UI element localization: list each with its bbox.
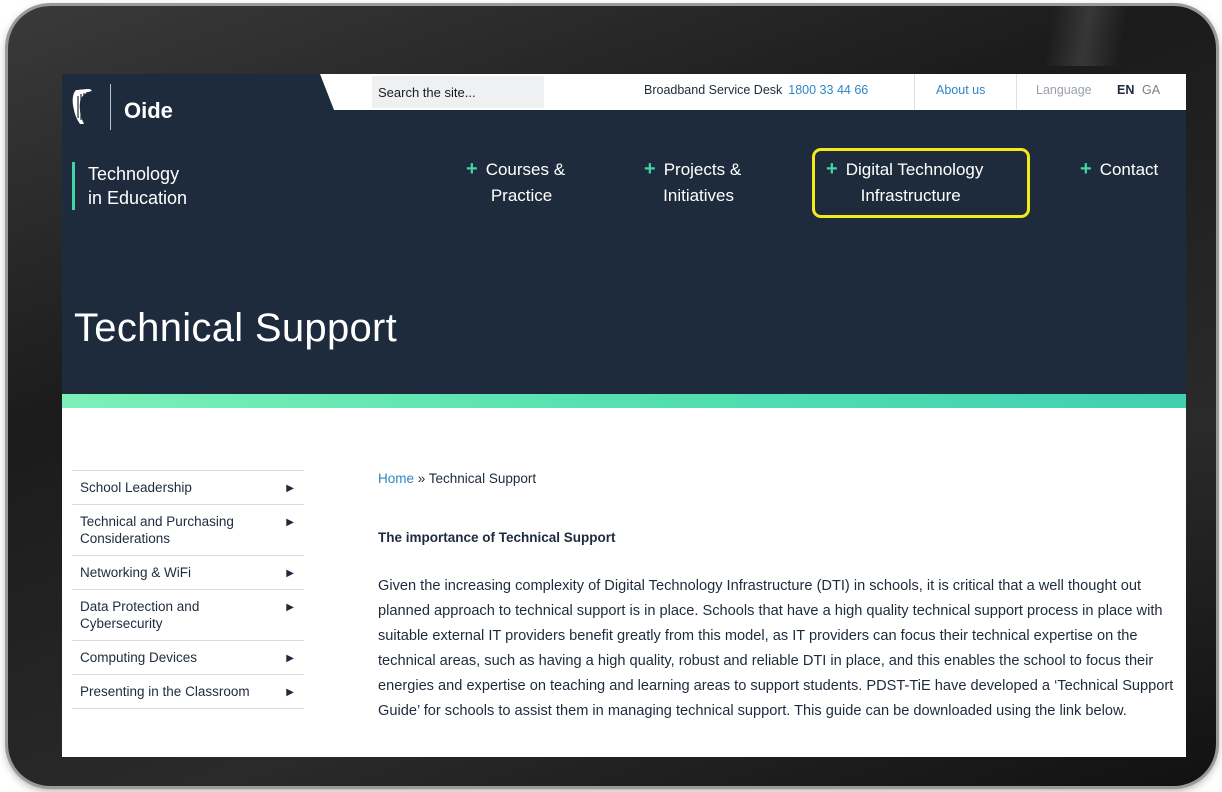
service-desk: Broadband Service Desk 1800 33 44 66: [644, 83, 868, 97]
subtitle-accent-bar: [72, 162, 75, 210]
logo-separator: [110, 84, 111, 130]
page-title: Technical Support: [74, 305, 398, 350]
caret-right-icon: ▶: [286, 687, 294, 698]
nav-label-line2: Initiatives: [663, 186, 735, 205]
sidebar-item-computing-devices[interactable]: Computing Devices ▶: [72, 641, 304, 675]
nav-label-line1: Projects &: [663, 160, 742, 179]
sidebar-item-school-leadership[interactable]: School Leadership ▶: [72, 471, 304, 505]
sidebar-item-label: Presenting in the Classroom: [80, 684, 250, 699]
sidebar-item-label: Technical and Purchasing Considerations: [80, 514, 234, 546]
sidebar-item-technical-purchasing[interactable]: Technical and Purchasing Considerations …: [72, 505, 304, 556]
about-us-link[interactable]: About us: [936, 83, 985, 97]
search-input[interactable]: [372, 76, 538, 108]
nav-label-line1: Courses &: [485, 160, 566, 179]
brand-subtitle-line2: in Education: [88, 188, 188, 208]
browser-viewport: Oide Technology in Education Broadband S…: [62, 74, 1186, 757]
nav-projects-initiatives[interactable]: + Projects & Initiatives: [644, 156, 741, 209]
sidebar-item-networking-wifi[interactable]: Networking & WiFi ▶: [72, 556, 304, 590]
sidebar-item-label: School Leadership: [80, 480, 192, 495]
nav-courses-practice[interactable]: + Courses & Practice: [466, 156, 565, 209]
brand-name[interactable]: Oide: [124, 98, 173, 124]
language-en-link[interactable]: EN: [1117, 83, 1134, 97]
language-label: Language: [1036, 83, 1092, 97]
tablet-frame: Oide Technology in Education Broadband S…: [8, 6, 1216, 786]
body-paragraph: Given the increasing complexity of Digit…: [378, 577, 1174, 719]
sidebar-item-label: Networking & WiFi: [80, 565, 192, 580]
caret-right-icon: ▶: [286, 568, 294, 579]
header-accent-stripe: [62, 394, 1186, 408]
utility-bar: Broadband Service Desk 1800 33 44 66 Abou…: [320, 74, 1186, 110]
nav-highlight-box: [812, 148, 1030, 218]
breadcrumb: Home » Technical Support: [378, 471, 536, 486]
sidebar-item-data-protection[interactable]: Data Protection and Cybersecurity ▶: [72, 590, 304, 641]
language-ga-link[interactable]: GA: [1142, 83, 1160, 97]
sidebar-menu: School Leadership ▶ Technical and Purcha…: [72, 470, 304, 709]
nav-label-line1: Contact: [1099, 160, 1159, 179]
nav-label-line2: Practice: [490, 186, 553, 205]
search-box: [372, 76, 544, 108]
plus-icon: +: [1080, 158, 1092, 180]
caret-right-icon: ▶: [286, 517, 294, 528]
harp-logo-icon: [72, 89, 92, 124]
service-desk-label: Broadband Service Desk: [644, 83, 783, 97]
section-heading: The importance of Technical Support: [378, 530, 616, 546]
caret-right-icon: ▶: [286, 483, 294, 494]
breadcrumb-separator: »: [414, 471, 429, 486]
brand-subtitle: Technology in Education: [88, 162, 187, 210]
caret-right-icon: ▶: [286, 602, 294, 613]
site-header: Oide Technology in Education Broadband S…: [62, 74, 1186, 394]
sidebar-item-label: Data Protection and Cybersecurity: [80, 599, 200, 631]
sidebar-item-presenting-classroom[interactable]: Presenting in the Classroom ▶: [72, 675, 304, 709]
breadcrumb-home-link[interactable]: Home: [378, 471, 414, 486]
plus-icon: +: [644, 158, 656, 180]
topbar-divider: [1016, 74, 1017, 110]
topbar-divider: [914, 74, 915, 110]
breadcrumb-current: Technical Support: [428, 471, 537, 486]
service-desk-phone-link[interactable]: 1800 33 44 66: [788, 83, 868, 97]
nav-contact[interactable]: + Contact: [1080, 156, 1158, 183]
caret-right-icon: ▶: [286, 653, 294, 664]
brand-subtitle-line1: Technology: [88, 164, 180, 184]
plus-icon: +: [466, 158, 478, 180]
sidebar-item-label: Computing Devices: [80, 650, 198, 665]
